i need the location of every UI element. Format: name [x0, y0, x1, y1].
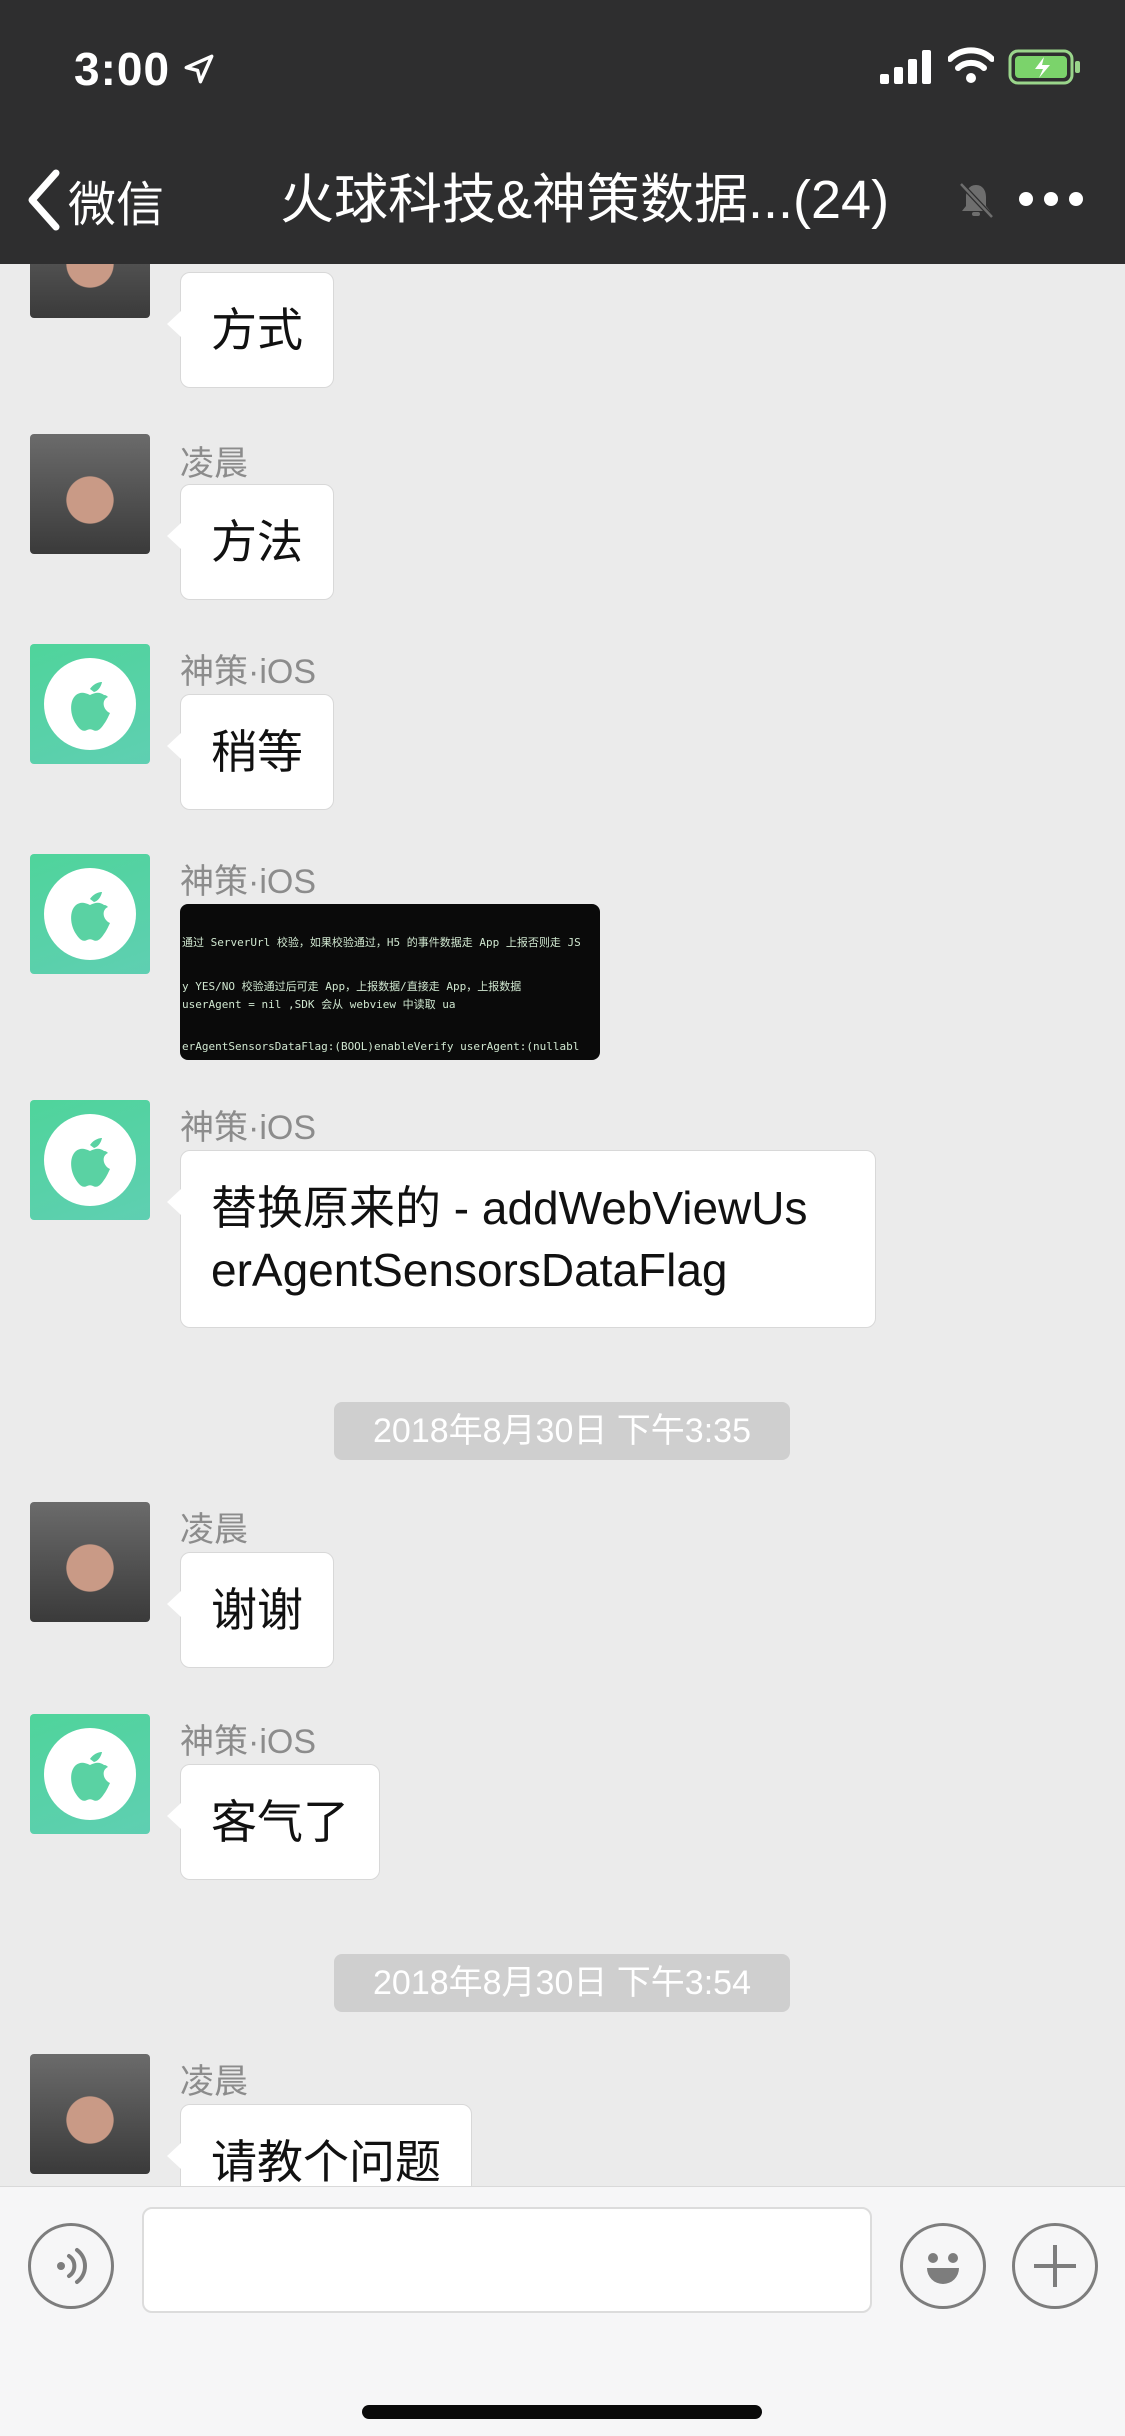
sender-name: 神策·iOS: [180, 653, 316, 691]
message-bubble[interactable]: 稍等: [167, 694, 334, 810]
battery-charging-icon: [1008, 49, 1080, 85]
avatar[interactable]: [30, 434, 150, 554]
avatar[interactable]: [30, 644, 150, 764]
sender-name: 凌晨: [180, 445, 248, 483]
chat-message-list[interactable]: 方式 凌晨 方法 神策·iOS 稍等 神策·iOS 通过 ServerUrl 校…: [0, 264, 1125, 2186]
message-text: 谢谢: [211, 1584, 303, 1636]
message-text: 方法: [211, 516, 303, 568]
message-text: 稍等: [211, 726, 303, 778]
message-text: 客气了: [211, 1796, 349, 1848]
code-line: erAgentSensorsDataFlag:(BOOL)enableVerif…: [182, 1040, 580, 1053]
message-bubble[interactable]: 客气了: [167, 1764, 380, 1880]
code-line: userAgent = nil ,SDK 会从 webview 中读取 ua: [182, 998, 456, 1011]
back-label: 微信: [68, 179, 165, 232]
sender-name: 神策·iOS: [180, 863, 316, 901]
muted-bell-icon: [959, 182, 994, 219]
code-line: y YES/NO 校验通过后可走 App，上报数据/直接走 App，上报数据: [182, 980, 522, 993]
emoji-button[interactable]: [900, 2223, 986, 2309]
image-message[interactable]: 通过 ServerUrl 校验，如果校验通过，H5 的事件数据走 App 上报否…: [180, 904, 600, 1060]
message-bubble[interactable]: 方法: [167, 484, 334, 600]
more-options-button[interactable]: [1016, 176, 1086, 222]
apple-logo-icon: [44, 658, 136, 750]
location-arrow-icon: [184, 54, 214, 84]
wifi-icon: [948, 47, 994, 83]
voice-input-button[interactable]: [28, 2223, 114, 2309]
message-text: 方式: [211, 304, 303, 356]
message-bubble[interactable]: 请教个问题: [167, 2104, 472, 2186]
avatar[interactable]: [30, 854, 150, 974]
message-input[interactable]: [142, 2207, 872, 2313]
sender-name: 神策·iOS: [180, 1723, 316, 1761]
home-indicator[interactable]: [362, 2405, 762, 2419]
avatar[interactable]: [30, 1100, 150, 1220]
message-bubble[interactable]: 方式: [167, 272, 334, 388]
avatar[interactable]: [30, 1714, 150, 1834]
avatar[interactable]: [30, 2054, 150, 2174]
plus-icon: [1034, 2245, 1076, 2287]
message-text: 请教个问题: [211, 2136, 441, 2186]
top-bar: 3:00 微信 火球科技&神策数据...(24): [0, 0, 1125, 264]
cellular-signal-icon: [880, 50, 931, 84]
avatar[interactable]: [30, 264, 150, 318]
status-time: 3:00: [74, 43, 171, 95]
voice-icon: [57, 2248, 87, 2284]
input-bar: [0, 2186, 1125, 2436]
chevron-left-icon: [28, 169, 60, 231]
avatar[interactable]: [30, 1502, 150, 1622]
sender-name: 神策·iOS: [180, 1109, 316, 1147]
timestamp-separator: 2018年8月30日 下午3:35: [334, 1402, 790, 1460]
apple-logo-icon: [44, 1728, 136, 1820]
apple-logo-icon: [44, 1114, 136, 1206]
chat-title: 火球科技&神策数据...(24): [280, 170, 890, 230]
message-bubble[interactable]: 谢谢: [167, 1552, 334, 1668]
plus-button[interactable]: [1012, 2223, 1098, 2309]
sender-name: 凌晨: [180, 1511, 248, 1549]
message-text-line: erAgentSensorsDataFlag: [211, 1244, 728, 1296]
message-text-line: 替换原来的 - addWebViewUs: [211, 1182, 808, 1234]
smiley-icon: [927, 2253, 959, 2284]
sender-name: 凌晨: [180, 2063, 248, 2101]
timestamp-separator: 2018年8月30日 下午3:54: [334, 1954, 790, 2012]
message-bubble[interactable]: 替换原来的 - addWebViewUs erAgentSensorsDataF…: [167, 1150, 876, 1328]
code-line: 通过 ServerUrl 校验，如果校验通过，H5 的事件数据走 App 上报否…: [182, 936, 581, 949]
apple-logo-icon: [44, 868, 136, 960]
back-button[interactable]: 微信: [24, 160, 164, 240]
